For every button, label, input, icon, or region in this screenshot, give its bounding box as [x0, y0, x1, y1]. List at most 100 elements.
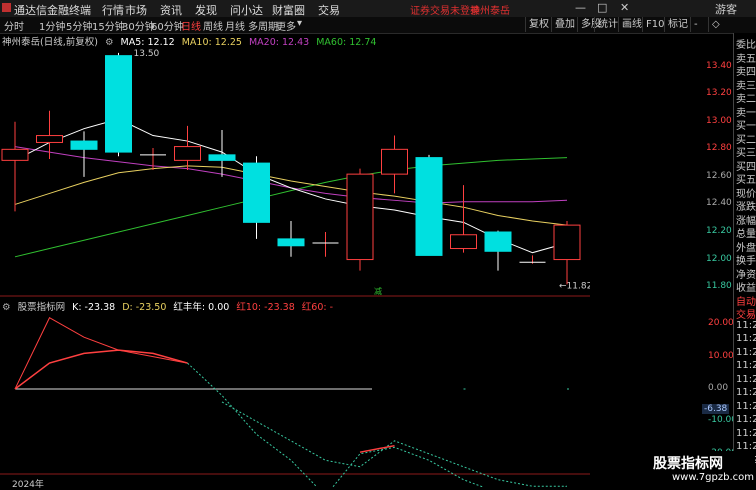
side-panel-item: 11:2 — [736, 346, 756, 358]
menu-trade[interactable]: 交易 — [318, 2, 340, 18]
mark-button[interactable]: 标记 — [664, 17, 691, 32]
candle-body — [105, 55, 132, 153]
period-tab-daily[interactable]: 日线 — [181, 18, 201, 33]
rebate-marker: 减 — [374, 286, 382, 296]
candle-body — [450, 234, 477, 250]
side-panel-item: 11:2 — [736, 414, 756, 425]
year-label: 2024年 — [12, 480, 44, 490]
candle-body — [243, 162, 270, 223]
title-bar: 通达信金融终端 行情 市场 资讯 发现 问小达 财富圈 交易 证券交易未登录 神… — [0, 0, 756, 18]
minus-button[interactable]: - — [690, 17, 701, 32]
candle-body — [277, 238, 305, 247]
k-dashed-line — [187, 362, 568, 487]
statistics-button[interactable]: 统计 — [594, 17, 621, 32]
close-icon[interactable]: ✕ — [620, 1, 629, 14]
minimize-icon[interactable]: — — [575, 1, 586, 14]
candle — [277, 220, 305, 257]
period-tab-timeshare[interactable]: 分时 — [4, 18, 24, 33]
candle — [174, 125, 201, 170]
candle-body — [174, 146, 201, 161]
price-tick-label: 13.40 — [706, 60, 732, 71]
price-tick-label: 12.60 — [706, 170, 732, 181]
draw-line-button[interactable]: 画线 — [618, 17, 645, 32]
candle — [450, 185, 477, 253]
period-tab-multi[interactable]: 多周期 — [248, 18, 278, 33]
max-price-label: 13.50 — [134, 49, 160, 59]
candle — [312, 232, 339, 257]
app-title: 通达信金融终端 — [14, 4, 91, 17]
ma20-line — [14, 146, 568, 204]
side-panel-item: 11:2 — [736, 333, 756, 344]
candle — [381, 135, 408, 194]
period-tab-more[interactable]: 更多 — [276, 18, 296, 33]
maximize-icon[interactable]: □ — [597, 1, 607, 14]
chevron-down-icon[interactable]: ▾ — [297, 18, 302, 29]
candle — [553, 220, 581, 285]
candle-body — [553, 224, 581, 261]
candle — [519, 255, 546, 264]
period-tab-5min[interactable]: 5分钟 — [66, 18, 92, 33]
price-tick-label: 12.80 — [706, 143, 732, 154]
plot-bg — [0, 33, 590, 487]
period-tab-60min[interactable]: 60分钟 — [151, 18, 184, 33]
side-panel-item: 11:2 — [736, 373, 756, 385]
price-tick-label: 13.00 — [706, 115, 732, 126]
period-tab-1min[interactable]: 1分钟 — [39, 18, 65, 33]
menu-xiaoda[interactable]: 问小达 — [230, 2, 263, 18]
overlay-button[interactable]: 叠加 — [551, 17, 578, 32]
period-tab-weekly[interactable]: 周线 — [203, 18, 223, 33]
candle-body — [415, 157, 443, 256]
candle — [346, 168, 374, 271]
period-tab-30min[interactable]: 30分钟 — [122, 18, 155, 33]
ma10-line — [14, 165, 568, 226]
candle — [243, 156, 270, 239]
app-logo-icon — [2, 3, 11, 12]
candle — [484, 230, 512, 271]
adjust-button[interactable]: 复权 — [525, 17, 552, 32]
candle-body — [346, 173, 374, 261]
price-tick-label: 12.20 — [706, 226, 732, 236]
candles — [1, 52, 581, 285]
candlestick-chart[interactable]: 13.50 ←11.82 减 — [0, 33, 590, 487]
price-tick-label: 12.00 — [706, 253, 732, 264]
menu-discover[interactable]: 发现 — [195, 2, 217, 18]
diamond-icon[interactable]: ◇ — [708, 17, 723, 32]
candle — [36, 110, 63, 159]
site-watermark: 股票指标网 www.7gpzb.com — [647, 451, 755, 487]
candle — [415, 154, 443, 256]
candle — [70, 131, 98, 177]
period-toolbar: 分时 1分钟 5分钟 15分钟 30分钟 60分钟 日线 周线 月线 多周期 更… — [0, 17, 756, 34]
price-tick-label: 11.80 — [706, 281, 732, 292]
indicator-lines — [14, 317, 569, 487]
side-panel-item: 11:2 — [736, 427, 756, 439]
watermark-url: www.7gpzb.com — [672, 472, 754, 483]
menu-wealth[interactable]: 财富圈 — [272, 2, 305, 18]
min-price-label: ←11.82 — [559, 281, 590, 291]
indicator-tick-label: 0.00 — [708, 383, 729, 393]
chart-frame — [0, 33, 590, 487]
candle-body — [70, 140, 98, 150]
side-panel-item: 11:2 — [736, 319, 756, 331]
menu-news[interactable]: 资讯 — [160, 2, 182, 18]
indicator-tick-label: -6.38 — [702, 403, 730, 414]
menu-quotes[interactable]: 行情 — [102, 2, 124, 18]
period-tab-15min[interactable]: 15分钟 — [92, 18, 125, 33]
candle-body — [381, 148, 408, 175]
guest-user[interactable]: 游客 — [715, 1, 737, 17]
candle-body — [36, 135, 63, 143]
price-tick-label: 12.40 — [706, 198, 732, 209]
current-stock-name: 神州泰岳 — [470, 6, 510, 17]
red-segment-line — [359, 444, 395, 453]
period-tab-monthly[interactable]: 月线 — [225, 18, 245, 33]
menu-market[interactable]: 市场 — [125, 2, 147, 18]
indicator-tick-label: 20.00 — [708, 318, 734, 329]
watermark-title: 股票指标网 — [653, 456, 723, 472]
side-panel-item: 11:2 — [736, 400, 756, 412]
red-upper-line — [14, 317, 188, 390]
candle-body — [484, 231, 512, 252]
candle — [208, 130, 236, 177]
indicator-tick-label: 10.00 — [708, 350, 734, 361]
candle — [1, 121, 29, 212]
candle-body — [208, 154, 236, 161]
side-panel-item: 11:2 — [736, 360, 756, 371]
